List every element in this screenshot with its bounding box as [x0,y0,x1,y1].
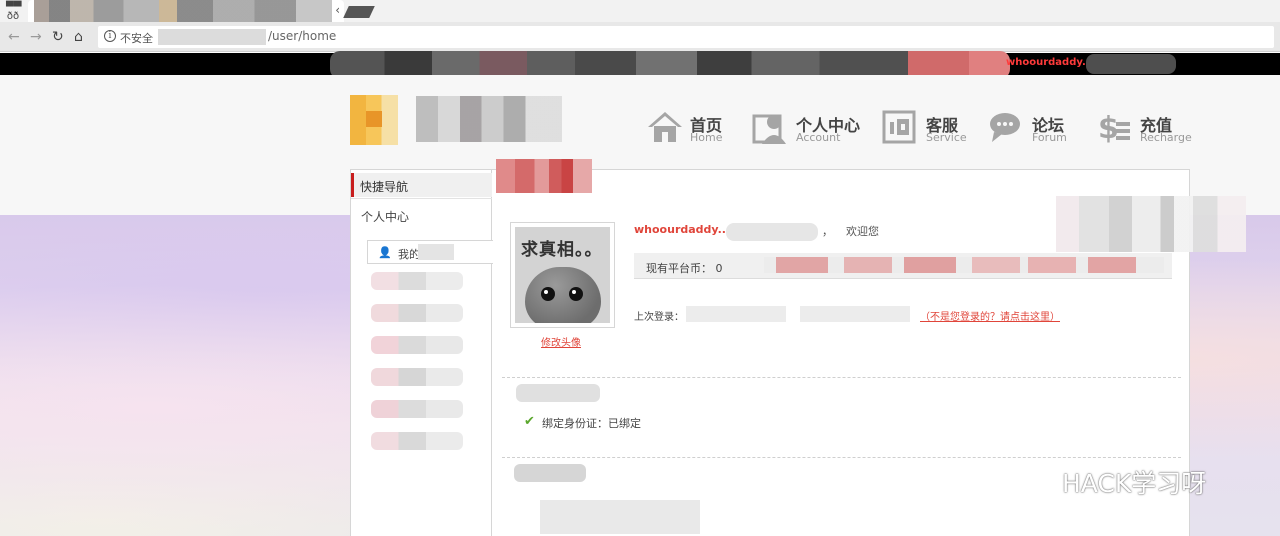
nav-service-sublabel: Service [926,131,967,144]
user-icon: 👤 [378,246,392,259]
panel-top-border [593,169,1190,170]
avatar: 求真相。。 [515,227,610,323]
top-bar-links-redacted [1086,54,1176,74]
account-icon [752,114,786,144]
url-host-redacted [158,29,266,45]
forward-arrow-icon[interactable]: → [30,29,42,45]
address-bar: ← → ↻ ⌂ i 不安全 /user/home [0,22,1280,52]
url-field[interactable]: i 不安全 /user/home [98,26,1274,48]
site-logo-text-redacted [416,96,562,142]
id-bound-status: 绑定身份证：已绑定 [542,417,641,430]
sidebar-item-redacted [418,244,454,260]
check-icon: ✔ [524,414,535,429]
top-bar-username[interactable]: whoourdaddy.. [1006,57,1090,68]
avatar-frame: 求真相。。 [510,222,615,328]
sidebar-item[interactable] [371,400,463,418]
site-logo-icon[interactable] [350,95,398,145]
sidebar-item[interactable] [371,304,463,322]
nav-recharge-sublabel: Recharge [1140,131,1192,144]
home-button-icon[interactable]: ⌂ [74,29,83,45]
coin-bar-redacted [764,257,1164,273]
change-avatar-link[interactable]: 修改头像 [541,334,581,349]
sidebar-divider [351,198,492,199]
sidebar-section-title: 个人中心 [361,210,410,224]
avatar-face-shape [525,267,601,323]
section-divider [502,377,1181,378]
welcome-comma: ， [822,225,833,238]
section-divider [502,457,1181,458]
last-login-label: 上次登录： [634,312,684,323]
wechat-icon [1001,462,1053,497]
recharge-icon: $ [1098,111,1130,144]
avatar-caption: 求真相。。 [521,240,603,260]
browser-tabstrip: ▀▀ ðð ‹ [0,0,1280,22]
username-label: whoourdaddy.. [634,223,726,236]
sidebar-item-my[interactable]: 👤 我的 [367,240,493,264]
incognito-icon: ▀▀ ðð [6,2,22,22]
platform-coin-label: 现有平台币： 0 [646,262,723,275]
username-suffix-redacted [726,223,818,241]
last-login-time-redacted [686,306,786,322]
platform-coin-bar: 现有平台币： 0 [634,253,1172,279]
not-you-link[interactable]: （不是您登录的？请点击这里） [920,308,1060,323]
sidebar-item-label: 我的 [398,248,420,261]
info-icon[interactable]: i [104,30,116,42]
sidebar-heading: 快捷导航 [351,173,492,197]
tab-title-redacted [34,0,332,22]
tab-close-icon[interactable]: ‹ [335,3,340,17]
nav-account-sublabel: Account [796,131,841,144]
watermark-text: HACK学习呀 [1062,469,1207,498]
content-block-redacted [540,500,700,534]
service-icon [882,110,916,144]
home-icon [648,112,682,142]
browser-tab[interactable]: ‹ [28,0,344,22]
platform-coin-value: 0 [715,262,723,275]
nav-home-sublabel: Home [690,131,723,144]
sidebar: 快捷导航 个人中心 👤 我的 [351,170,493,536]
reload-icon[interactable]: ↻ [52,29,64,45]
sidebar-item[interactable] [371,336,463,354]
section-title-redacted [514,464,586,482]
new-tab-button[interactable] [343,6,375,18]
sidebar-item[interactable] [371,272,463,290]
site-top-bar: whoourdaddy.. [0,51,1280,79]
section-title-redacted [516,384,600,402]
avatar-eye-shape [541,287,555,301]
sidebar-item[interactable] [371,432,463,450]
svg-text:$: $ [1098,111,1119,144]
nav-forum-sublabel: Forum [1032,131,1067,144]
last-login-ip-redacted [800,306,910,322]
url-path[interactable]: /user/home [268,29,336,43]
welcome-text: 欢迎您 [846,225,879,238]
sidebar-item[interactable] [371,368,463,386]
avatar-eye-shape [569,287,583,301]
forum-icon [990,113,1020,142]
back-arrow-icon[interactable]: ← [8,29,20,45]
sidebar-heading-label: 快捷导航 [360,180,409,194]
insecure-label[interactable]: 不安全 [120,30,153,46]
right-panel-redacted [1056,196,1246,252]
panel-title-redacted [496,159,592,193]
